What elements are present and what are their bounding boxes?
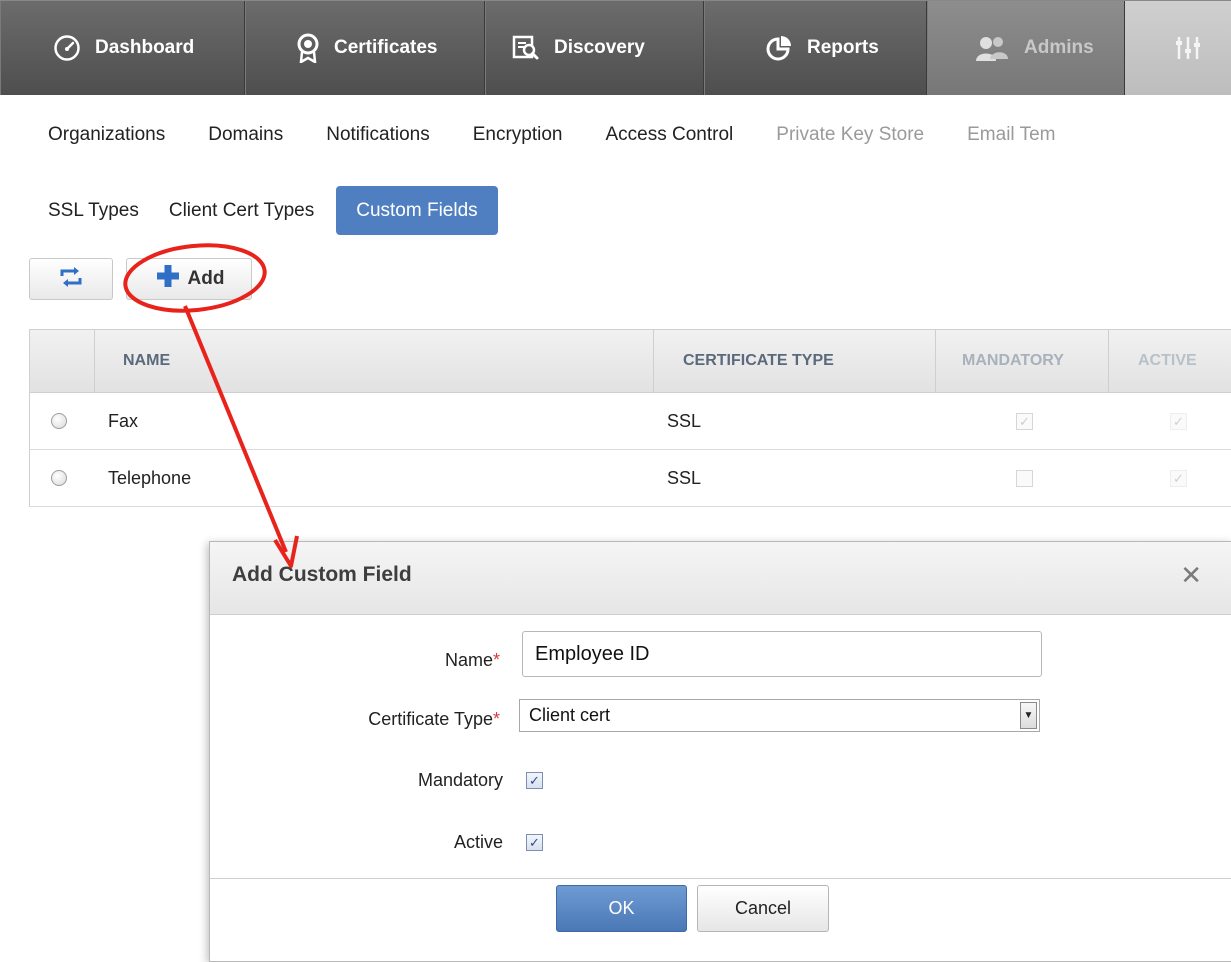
settings-sub-tabs: SSL Types Client Cert Types Custom Field… xyxy=(48,186,498,235)
row-radio[interactable] xyxy=(51,450,67,506)
ok-button[interactable]: OK xyxy=(556,885,687,932)
row-mandatory-checkbox xyxy=(1016,450,1033,506)
certificate-type-label-text: Certificate Type xyxy=(368,709,493,729)
name-label-text: Name xyxy=(444,650,493,670)
required-mark: * xyxy=(492,709,500,729)
tab-dashboard[interactable]: Dashboard xyxy=(0,1,245,95)
dialog-title: Add Custom Field xyxy=(232,563,412,586)
subnav-domains[interactable]: Domains xyxy=(208,124,283,146)
top-navigation: Dashboard Certificates Discovery Reports… xyxy=(0,0,1231,95)
column-header-active[interactable]: ACTIVE xyxy=(1138,330,1197,392)
tab-discovery[interactable]: Discovery xyxy=(485,1,704,95)
certificate-type-value: Client cert xyxy=(529,705,611,725)
certificate-icon xyxy=(296,33,320,63)
subnav-private-key-store[interactable]: Private Key Store xyxy=(776,124,924,146)
subnav-organizations[interactable]: Organizations xyxy=(48,124,165,146)
admins-icon xyxy=(974,35,1010,61)
table-row[interactable]: Telephone SSL ✓ xyxy=(30,450,1231,507)
column-header-certificate-type[interactable]: CERTIFICATE TYPE xyxy=(683,330,834,392)
tab-ssl-types[interactable]: SSL Types xyxy=(48,200,139,222)
active-label: Active xyxy=(453,832,503,852)
certificate-type-select[interactable]: Client cert ▼ xyxy=(519,699,1040,732)
tab-client-cert-types[interactable]: Client Cert Types xyxy=(169,200,314,222)
pie-chart-icon xyxy=(765,34,793,62)
custom-fields-table: NAME CERTIFICATE TYPE MANDATORY ACTIVE F… xyxy=(29,329,1231,507)
refresh-icon xyxy=(58,265,84,294)
sub-navigation: Organizations Domains Notifications Encr… xyxy=(48,124,1098,146)
add-button-label: Add xyxy=(187,268,225,289)
tab-reports[interactable]: Reports xyxy=(704,1,927,95)
chevron-down-icon[interactable]: ▼ xyxy=(1020,702,1037,729)
subnav-access-control[interactable]: Access Control xyxy=(606,124,734,146)
subnav-email-templates[interactable]: Email Tem xyxy=(967,124,1055,146)
close-icon[interactable]: ✕ xyxy=(1180,560,1202,591)
row-name: Fax xyxy=(108,410,139,431)
row-active-checkbox: ✓ xyxy=(1170,450,1187,506)
row-certificate-type: SSL xyxy=(667,467,702,488)
dialog-footer-divider xyxy=(210,878,1231,879)
plus-icon xyxy=(154,262,182,296)
tab-dashboard-label: Dashboard xyxy=(95,37,195,58)
row-name: Telephone xyxy=(108,467,192,488)
tab-certificates-label: Certificates xyxy=(334,37,438,58)
tab-custom-fields[interactable]: Custom Fields xyxy=(336,186,498,235)
row-active-checkbox: ✓ xyxy=(1170,393,1187,449)
cancel-button[interactable]: Cancel xyxy=(697,885,829,932)
table-header: NAME CERTIFICATE TYPE MANDATORY ACTIVE xyxy=(30,330,1231,393)
name-field-label: Name* xyxy=(445,650,500,671)
column-divider xyxy=(94,330,95,392)
active-checkbox[interactable]: ✓ xyxy=(526,834,543,851)
row-radio[interactable] xyxy=(51,393,67,449)
settings-icon xyxy=(1173,33,1203,63)
add-button[interactable]: Add xyxy=(126,258,252,300)
table-row[interactable]: Fax SSL ✓ ✓ xyxy=(30,393,1231,450)
tab-admins-label: Admins xyxy=(1024,37,1094,58)
name-input-value: Employee ID xyxy=(535,642,650,665)
row-certificate-type: SSL xyxy=(667,410,702,431)
column-divider xyxy=(653,330,654,392)
discovery-icon xyxy=(512,35,540,61)
certificate-type-label: Certificate Type* xyxy=(368,709,500,730)
name-input[interactable]: Employee ID xyxy=(522,631,1042,677)
tab-certificates[interactable]: Certificates xyxy=(245,1,485,95)
tab-reports-label: Reports xyxy=(807,37,879,58)
refresh-button[interactable] xyxy=(29,258,113,300)
tab-admins[interactable]: Admins xyxy=(927,1,1125,95)
column-header-name[interactable]: NAME xyxy=(123,330,170,392)
add-custom-field-dialog: Add Custom Field ✕ Name* Employee ID Cer… xyxy=(209,541,1231,962)
tab-discovery-label: Discovery xyxy=(554,37,645,58)
mandatory-label: Mandatory xyxy=(417,770,503,790)
required-mark: * xyxy=(492,650,500,670)
tab-settings[interactable] xyxy=(1125,1,1231,95)
column-divider xyxy=(1108,330,1109,392)
row-mandatory-checkbox: ✓ xyxy=(1016,393,1033,449)
column-header-mandatory[interactable]: MANDATORY xyxy=(962,330,1064,392)
subnav-encryption[interactable]: Encryption xyxy=(473,124,563,146)
gauge-icon xyxy=(53,34,81,62)
subnav-notifications[interactable]: Notifications xyxy=(326,124,430,146)
column-divider xyxy=(935,330,936,392)
mandatory-checkbox[interactable]: ✓ xyxy=(526,772,543,789)
dialog-header: Add Custom Field ✕ xyxy=(210,542,1231,615)
